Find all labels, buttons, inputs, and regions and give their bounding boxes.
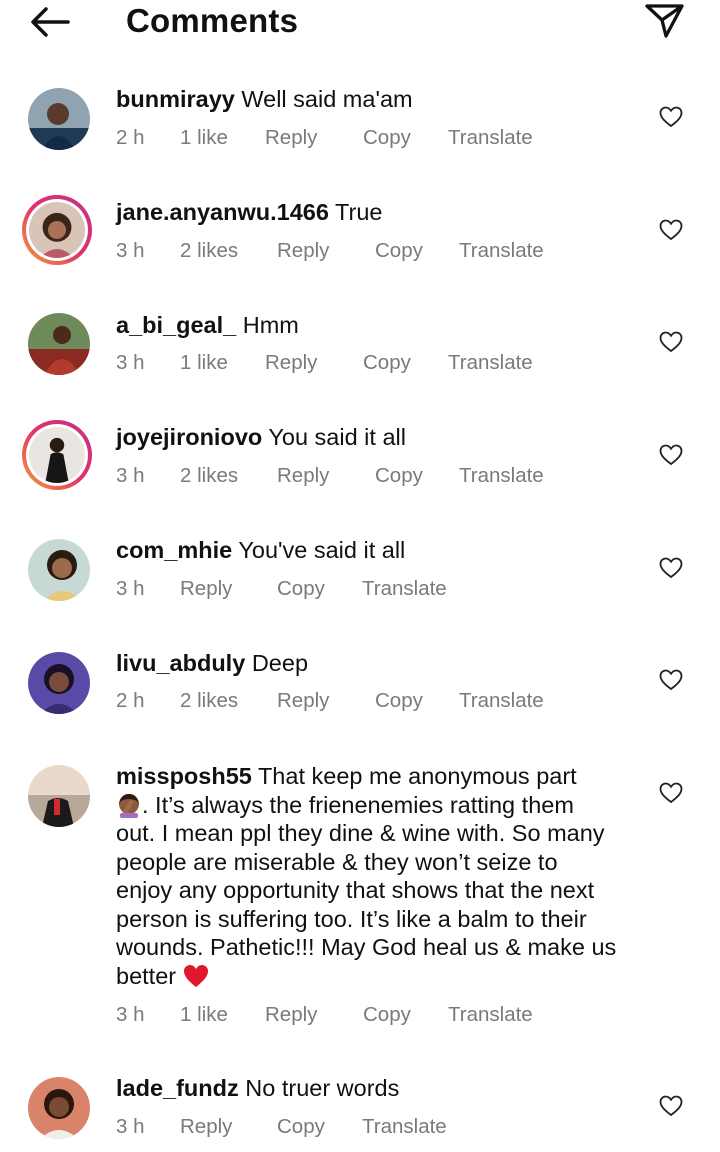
- back-arrow-icon[interactable]: [28, 4, 72, 40]
- comment-username[interactable]: a_bi_geal_: [116, 312, 236, 338]
- copy-button[interactable]: Copy: [277, 1115, 325, 1139]
- translate-button[interactable]: Translate: [459, 239, 544, 263]
- comment-text-line: person is suffering too. It’s like a bal…: [116, 905, 587, 932]
- comment-text: No truer words: [245, 1075, 400, 1101]
- avatar[interactable]: [28, 765, 90, 827]
- comment-time: 3 h: [116, 1115, 145, 1138]
- like-heart-icon[interactable]: [659, 782, 683, 804]
- comment-text: You've said it all: [238, 537, 406, 563]
- comment-username[interactable]: livu_abduly: [116, 650, 245, 676]
- copy-button[interactable]: Copy: [363, 1003, 411, 1027]
- comment-text-line: people are miserable & they won’t seize …: [116, 848, 558, 875]
- reply-button[interactable]: Reply: [265, 1003, 317, 1027]
- paper-plane-icon[interactable]: [642, 0, 686, 40]
- likes-count[interactable]: 2 likes: [180, 239, 238, 263]
- comment-username[interactable]: bunmirayy: [116, 86, 235, 112]
- translate-button[interactable]: Translate: [459, 689, 544, 713]
- reply-button[interactable]: Reply: [265, 351, 317, 375]
- reply-button[interactable]: Reply: [265, 126, 317, 150]
- like-heart-icon[interactable]: [659, 1095, 683, 1117]
- comment-username[interactable]: missposh55: [116, 763, 252, 789]
- copy-button[interactable]: Copy: [375, 689, 423, 713]
- comment-username[interactable]: com_mhie: [116, 537, 232, 563]
- reply-button[interactable]: Reply: [277, 464, 329, 488]
- comment-text-line: wounds. Pathetic!!! May God heal us & ma…: [116, 934, 617, 960]
- reply-button[interactable]: Reply: [180, 1115, 232, 1139]
- likes-count[interactable]: 1 like: [180, 351, 228, 375]
- red-heart-emoji: [183, 963, 209, 989]
- avatar[interactable]: [28, 539, 90, 601]
- avatar[interactable]: [22, 195, 92, 265]
- comment-time: 3 h: [116, 351, 145, 374]
- like-heart-icon[interactable]: [659, 557, 683, 579]
- copy-button[interactable]: Copy: [375, 239, 423, 263]
- avatar[interactable]: [28, 88, 90, 150]
- likes-count[interactable]: 2 likes: [180, 689, 238, 713]
- comment-text: True: [335, 199, 383, 225]
- facepalm-emoji: [116, 792, 142, 818]
- header-bar: Comments: [0, 0, 720, 60]
- comment-text-line: enjoy any opportunity that shows that th…: [116, 877, 595, 903]
- reply-button[interactable]: Reply: [277, 689, 329, 713]
- avatar[interactable]: [28, 1077, 90, 1139]
- copy-button[interactable]: Copy: [375, 464, 423, 488]
- translate-button[interactable]: Translate: [362, 1115, 447, 1139]
- comment-time: 2 h: [116, 126, 145, 149]
- comment-username[interactable]: joyejironiovo: [116, 424, 262, 450]
- avatar[interactable]: [28, 652, 90, 714]
- like-heart-icon[interactable]: [659, 331, 683, 353]
- comment-time: 3 h: [116, 577, 145, 600]
- avatar[interactable]: [28, 313, 90, 375]
- translate-button[interactable]: Translate: [448, 126, 533, 150]
- like-heart-icon[interactable]: [659, 106, 683, 128]
- comment-time: 3 h: [116, 1003, 145, 1026]
- comment-time: 3 h: [116, 239, 145, 262]
- comment-username[interactable]: lade_fundz: [116, 1075, 239, 1101]
- comment-text: Deep: [251, 650, 309, 676]
- comment-text-line: That keep me anonymous part: [257, 763, 577, 789]
- comment-time: 2 h: [116, 689, 145, 712]
- like-heart-icon[interactable]: [659, 219, 683, 241]
- page-title: Comments: [126, 2, 299, 39]
- comment-text: You said it all: [268, 424, 406, 450]
- likes-count[interactable]: 1 like: [180, 1003, 228, 1027]
- reply-button[interactable]: Reply: [180, 577, 232, 601]
- translate-button[interactable]: Translate: [448, 1003, 533, 1027]
- likes-count[interactable]: 1 like: [180, 126, 228, 150]
- translate-button[interactable]: Translate: [459, 464, 544, 488]
- translate-button[interactable]: Translate: [448, 351, 533, 375]
- copy-button[interactable]: Copy: [363, 126, 411, 150]
- comment-text-line: out. I mean ppl they dine & wine with. S…: [116, 820, 605, 846]
- copy-button[interactable]: Copy: [363, 351, 411, 375]
- comment-text-line: better: [116, 962, 177, 989]
- comment-username[interactable]: jane.anyanwu.1466: [116, 199, 329, 225]
- avatar[interactable]: [22, 420, 92, 490]
- comment-text: Well said ma'am: [241, 86, 413, 112]
- like-heart-icon[interactable]: [659, 444, 683, 466]
- reply-button[interactable]: Reply: [277, 239, 329, 263]
- likes-count[interactable]: 2 likes: [180, 464, 238, 488]
- comment-text-line: . It’s always the frienenemies ratting t…: [142, 791, 574, 818]
- translate-button[interactable]: Translate: [362, 577, 447, 601]
- like-heart-icon[interactable]: [659, 669, 683, 691]
- comment-time: 3 h: [116, 464, 145, 487]
- copy-button[interactable]: Copy: [277, 577, 325, 601]
- comment-text: Hmm: [242, 312, 299, 338]
